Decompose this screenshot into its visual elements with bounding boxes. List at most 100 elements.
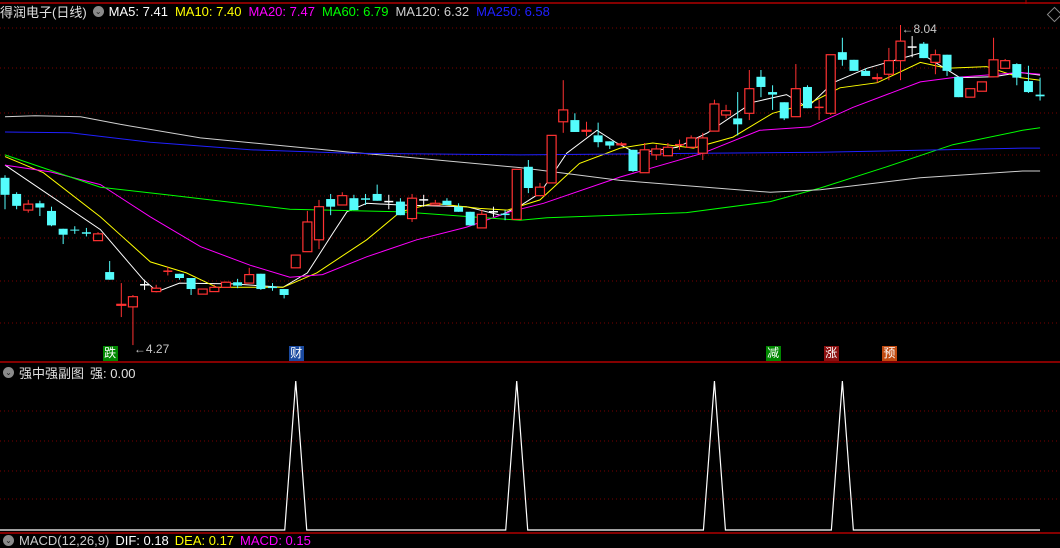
ma5-line [4, 52, 1041, 293]
candle [802, 85, 812, 109]
candle [127, 294, 139, 346]
candle [639, 143, 650, 174]
candle [430, 199, 441, 206]
candle-body [546, 134, 557, 184]
candle-body [35, 203, 45, 208]
candle-body [534, 186, 546, 197]
chevron-down-icon[interactable]: ⌄ [3, 367, 14, 378]
candle-body [930, 54, 941, 63]
candle [733, 92, 743, 136]
ma60-line [4, 127, 1041, 221]
candle [233, 278, 243, 289]
candle-body [279, 289, 289, 295]
candle-body [558, 109, 569, 123]
candle [267, 283, 277, 291]
candle-body [197, 288, 208, 295]
candle [220, 281, 232, 288]
candle-body [872, 77, 883, 80]
ma120-label: MA120: 6.32 [395, 3, 470, 19]
candle [709, 99, 720, 132]
candle-body [12, 193, 22, 206]
candle-body [605, 141, 615, 146]
candle-body [511, 168, 522, 221]
candle-body [372, 193, 382, 201]
candle-body [127, 296, 139, 308]
signal-marker-cai: 财 [288, 346, 304, 361]
candle [814, 99, 824, 121]
candle [406, 193, 418, 222]
candle [92, 232, 104, 242]
candlestick-chart[interactable] [0, 0, 1060, 541]
candle [290, 254, 301, 269]
candle [244, 267, 255, 284]
ma10-label: MA10: 7.40 [174, 3, 242, 19]
candle-body [988, 59, 999, 78]
candle-body [290, 254, 301, 269]
candle [70, 226, 80, 234]
candle-body [233, 282, 243, 286]
candle-body [186, 278, 196, 290]
candle-body [1012, 64, 1022, 78]
candle-body [802, 86, 812, 109]
signal-marker-die: 跌 [102, 346, 118, 361]
candle-body [849, 59, 859, 71]
candle [616, 142, 627, 146]
candle-body [1035, 94, 1045, 97]
candle-body [151, 287, 162, 293]
candle-body [476, 213, 487, 229]
candle [768, 85, 778, 110]
candle [313, 199, 325, 250]
ma10-line [4, 61, 1041, 288]
sub-panel-spikes [0, 380, 1040, 531]
candle-body [116, 303, 127, 306]
candle-body [105, 272, 115, 280]
candle [919, 41, 929, 59]
signal-marker-zhang: 涨 [823, 346, 839, 361]
candle [105, 261, 115, 280]
ma20-line [4, 71, 1041, 278]
sub-panel-title: 强中强副图 [19, 366, 85, 381]
candle-body [442, 200, 452, 205]
candle-body [919, 43, 929, 59]
ma60-label: MA60: 6.79 [321, 3, 389, 19]
candle [534, 182, 546, 197]
candle [454, 203, 464, 212]
candle [756, 69, 766, 98]
candle [349, 194, 359, 211]
candle [302, 210, 313, 253]
candle [140, 279, 150, 290]
candle [593, 122, 603, 148]
candle-body [174, 273, 184, 279]
candle [337, 192, 348, 206]
high-price-value: 8.04 [913, 22, 937, 36]
candle [395, 198, 405, 216]
candle-body [406, 197, 418, 220]
candle [779, 102, 789, 121]
candle-body [302, 221, 313, 253]
candle [976, 81, 988, 92]
candle [23, 199, 34, 213]
candle-body [837, 52, 847, 60]
ma5-label: MA5: 7.41 [108, 3, 168, 19]
ma20-label: MA20: 7.47 [248, 3, 315, 19]
candle [256, 273, 266, 290]
candle-body [209, 286, 220, 293]
candle [279, 289, 289, 299]
candle [116, 283, 127, 318]
candle [605, 141, 615, 149]
candle-body [744, 88, 755, 114]
candle [174, 273, 184, 280]
candle-body [593, 135, 603, 143]
chevron-down-icon[interactable]: ⌄ [92, 5, 104, 17]
candle [1000, 58, 1011, 69]
candle-body [326, 199, 336, 207]
candle-body [709, 103, 720, 132]
candle-body [756, 76, 766, 87]
stock-title: 得润电子(日线) [0, 4, 87, 20]
sub-panel-header: ⌄ 强中强副图 强: 0.00 [3, 363, 136, 382]
candle-body [313, 206, 325, 241]
candle-body [430, 202, 441, 206]
candle [1035, 77, 1045, 101]
candle-body [942, 54, 952, 71]
signal-marker-jian: 减 [765, 346, 781, 361]
